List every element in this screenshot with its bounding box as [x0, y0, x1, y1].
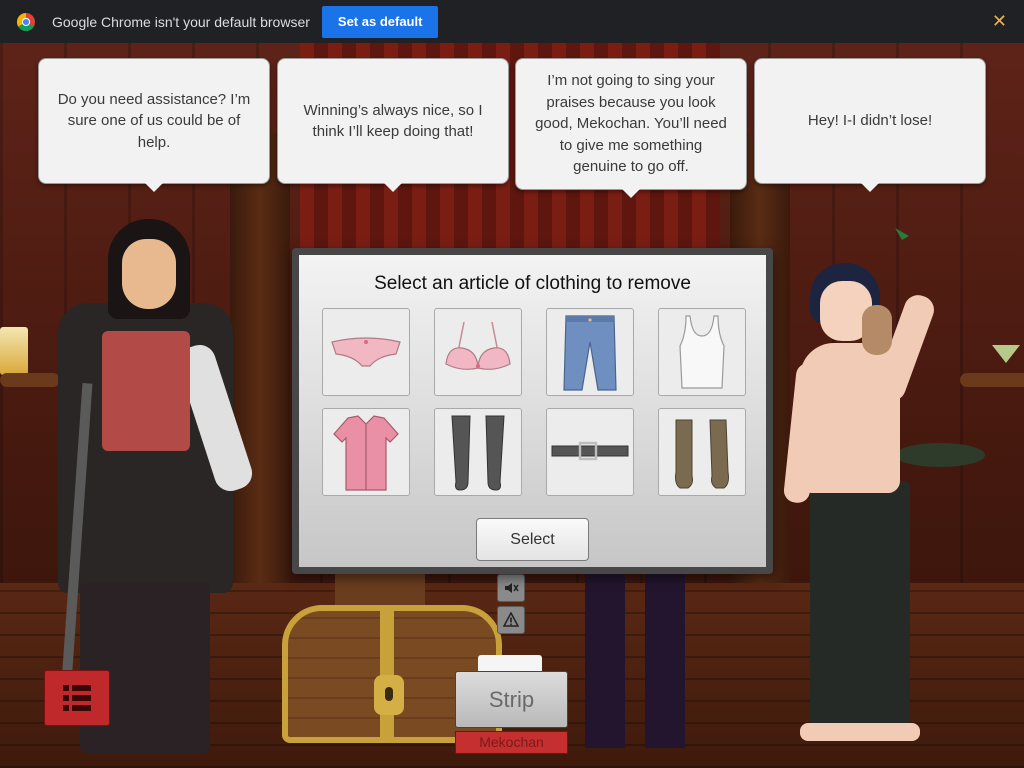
- player-nameplate: Mekochan: [455, 731, 568, 754]
- dialog-title: Select an article of clothing to remove: [374, 273, 691, 294]
- speech-text: Winning’s always nice, so I think I’ll k…: [303, 101, 483, 141]
- boots-icon: [675, 419, 729, 489]
- speech-bubble-3: I’m not going to sing your praises becau…: [515, 58, 747, 198]
- select-button[interactable]: Select: [476, 518, 589, 561]
- default-browser-infobar: Google Chrome isn't your default browser…: [0, 0, 1024, 43]
- clothing-item-tank-top[interactable]: [658, 308, 746, 396]
- stockings-icon: [451, 415, 505, 491]
- bar-table: [960, 373, 1024, 387]
- chrome-logo-icon: [17, 12, 35, 31]
- speech-bubble-2: Winning’s always nice, so I think I’ll k…: [277, 58, 509, 192]
- padlock-icon: [374, 675, 404, 715]
- clothing-select-dialog: Select an article of clothing to remove: [292, 248, 773, 574]
- clothing-item-jeans[interactable]: [546, 308, 634, 396]
- beer-mug-icon: [0, 327, 28, 375]
- bar-stool: [895, 443, 985, 467]
- warning-icon[interactable]: [497, 606, 525, 634]
- panties-icon: [331, 337, 401, 367]
- speech-text: I’m not going to sing your praises becau…: [535, 72, 727, 176]
- shirt-icon: [333, 415, 399, 491]
- bunny-plush: [862, 305, 892, 355]
- strip-button[interactable]: Strip: [455, 671, 568, 728]
- character-legs: [80, 583, 210, 753]
- character-feet: [800, 723, 920, 741]
- clothing-item-panties[interactable]: [322, 308, 410, 396]
- character-3-legs: [585, 568, 685, 748]
- infobar-message: Google Chrome isn't your default browser: [52, 13, 310, 30]
- clothing-item-shirt[interactable]: [322, 408, 410, 496]
- speaker-mute-icon[interactable]: [497, 574, 525, 602]
- clothing-item-bra[interactable]: [434, 308, 522, 396]
- list-menu-button[interactable]: [44, 670, 110, 726]
- set-as-default-button[interactable]: Set as default: [321, 5, 439, 38]
- list-menu-icon: [63, 685, 91, 711]
- speech-bubble-4: Hey! I-I didn’t lose!: [754, 58, 986, 192]
- clothing-item-stockings[interactable]: [434, 408, 522, 496]
- bar-table: [0, 373, 60, 387]
- speech-text: Hey! I-I didn’t lose!: [807, 112, 933, 130]
- close-icon[interactable]: ✕: [992, 11, 1007, 32]
- speech-bubble-1: Do you need assistance? I’m sure one of …: [38, 58, 270, 192]
- chest-band: [380, 605, 394, 743]
- character-face: [122, 239, 176, 309]
- clothing-item-boots[interactable]: [658, 408, 746, 496]
- tank-top-icon: [679, 315, 725, 389]
- martini-glass-icon: [992, 345, 1020, 363]
- character-legs: [810, 481, 910, 731]
- jeans-icon: [563, 315, 617, 391]
- bra-icon: [445, 321, 511, 370]
- clothing-item-belt[interactable]: [546, 408, 634, 496]
- speech-text: Do you need assistance? I’m sure one of …: [57, 90, 251, 151]
- pillar: [230, 133, 290, 603]
- belt-icon: [551, 441, 629, 461]
- character-vest: [102, 331, 190, 451]
